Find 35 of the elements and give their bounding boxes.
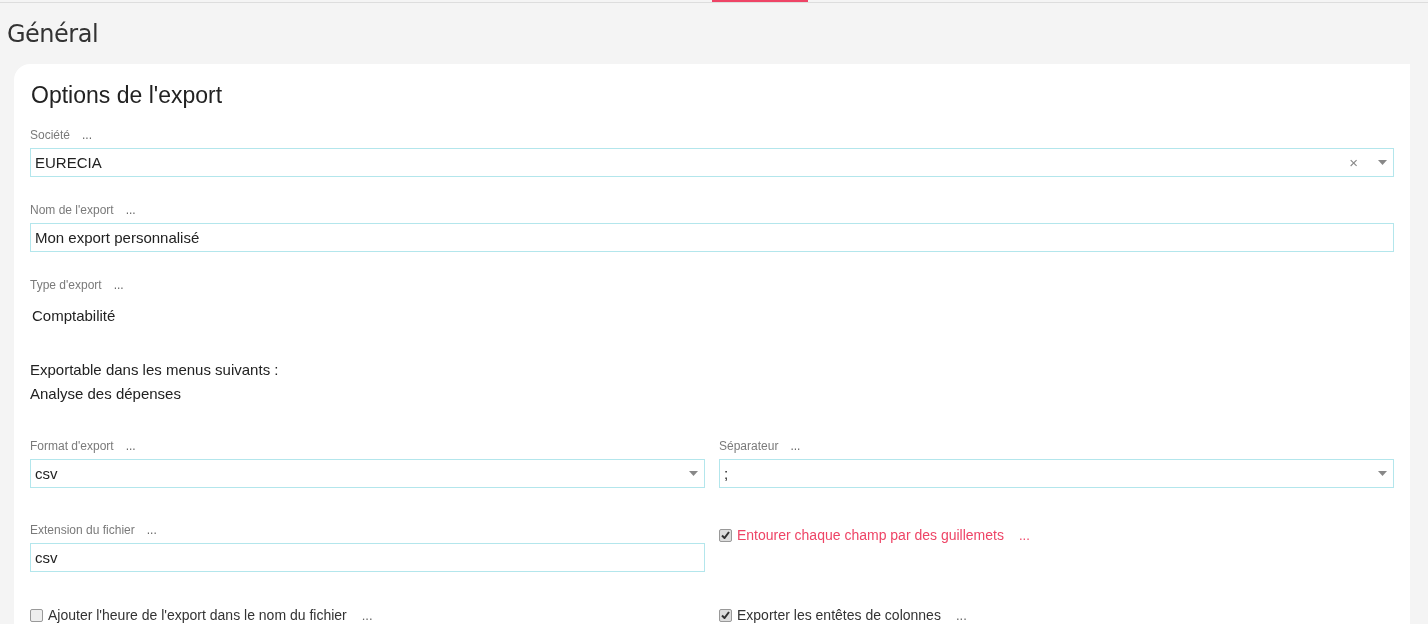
info-text: Analyse des dépenses — [30, 384, 182, 404]
more-link[interactable]: ... — [1018, 527, 1030, 543]
page-title: Général — [6, 19, 100, 47]
field-label: Extension du fichier — [30, 523, 135, 537]
clear-icon[interactable]: × — [1349, 155, 1358, 170]
select-field[interactable]: csv — [30, 459, 705, 488]
section-title: Options de l'export — [31, 82, 224, 109]
field-label: Société — [30, 128, 71, 142]
field-label: Type d'export — [30, 278, 102, 292]
more-link[interactable]: ... — [790, 439, 801, 453]
more-link[interactable]: ... — [82, 128, 93, 142]
more-link[interactable]: ... — [146, 523, 157, 537]
info-text: Exportable dans les menus suivants : — [30, 360, 280, 380]
text-field[interactable]: Mon export personnalisé — [30, 223, 1394, 252]
checkbox-label[interactable]: Ajouter l'heure de l'export dans le nom du fichier — [48, 607, 347, 623]
field-value: Comptabilité — [31, 306, 117, 326]
checkbox[interactable] — [719, 608, 732, 622]
more-link[interactable]: ... — [955, 607, 967, 623]
text-field[interactable]: csv — [30, 543, 705, 572]
checkbox[interactable] — [30, 608, 43, 622]
field-label: Format d'export — [30, 439, 114, 453]
checkbox[interactable] — [719, 528, 732, 542]
field-label: Séparateur — [719, 439, 779, 453]
more-link[interactable]: ... — [113, 278, 124, 292]
caret-icon[interactable] — [689, 471, 698, 476]
caret-icon[interactable] — [1378, 471, 1387, 476]
more-link[interactable]: ... — [125, 439, 136, 453]
caret-icon[interactable] — [1378, 160, 1387, 165]
more-link[interactable]: ... — [125, 203, 136, 217]
more-link[interactable]: ... — [361, 607, 373, 623]
field-label: Nom de l'export — [30, 203, 114, 217]
select-field[interactable]: ; — [719, 459, 1394, 488]
checkbox-label[interactable]: Entourer chaque champ par des guillemets — [737, 527, 1004, 543]
select-field[interactable]: EURECIA × — [30, 148, 1394, 177]
checkbox-label[interactable]: Exporter les entêtes de colonnes — [737, 607, 941, 623]
